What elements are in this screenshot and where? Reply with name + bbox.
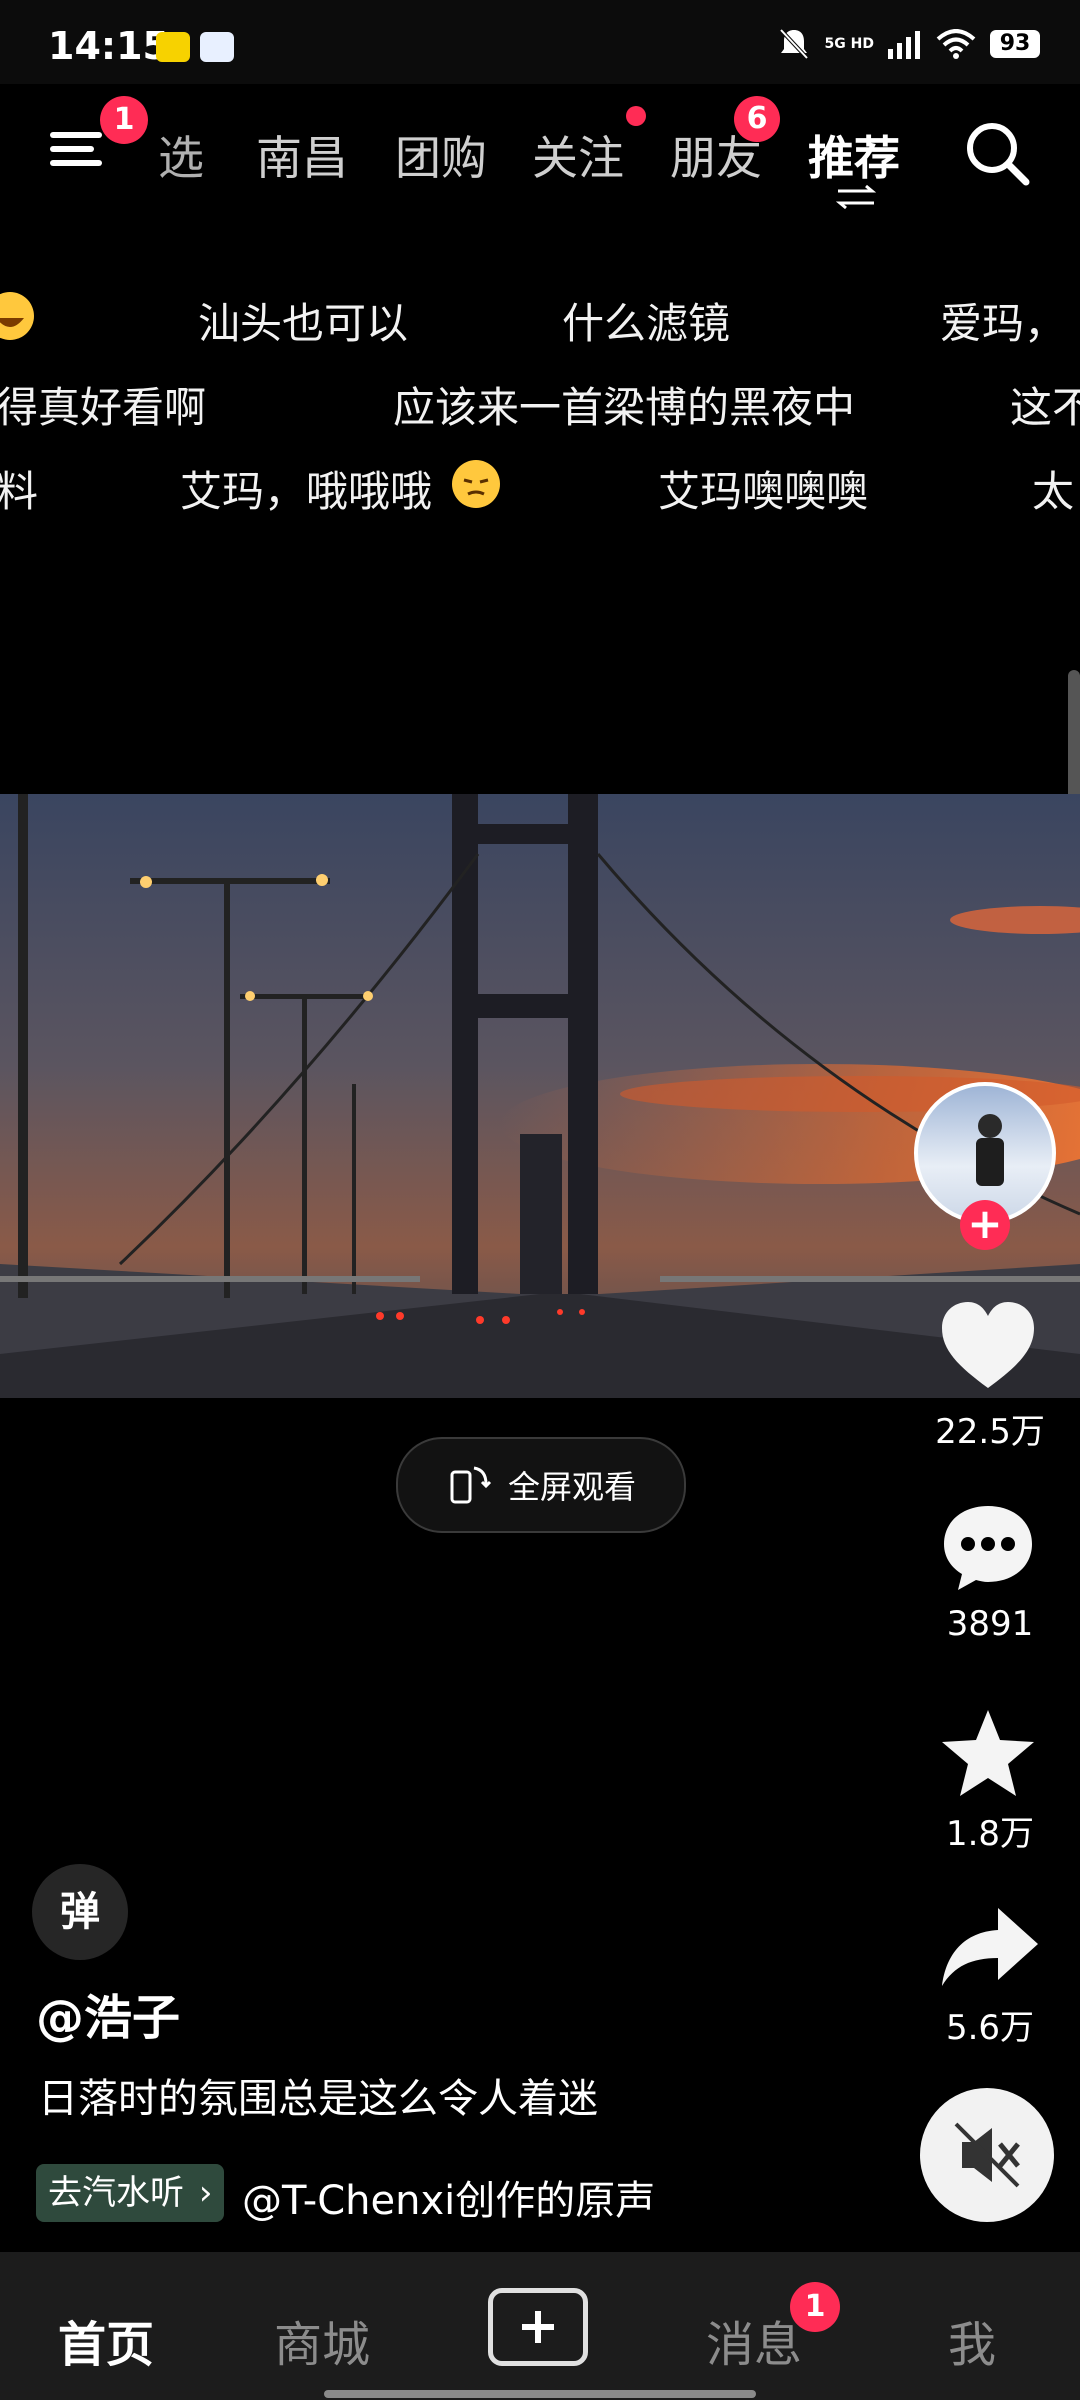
star-icon[interactable] <box>938 1706 1038 1800</box>
laughing-emoji-icon <box>0 292 34 340</box>
danmaku-comment: 爱玛， <box>940 299 1067 348</box>
smirk-emoji-icon <box>452 460 500 508</box>
danmaku-comment: 艾玛，哦哦哦 <box>180 467 433 516</box>
network-label: 5G HD <box>824 36 874 52</box>
tab-featured[interactable]: 选 <box>158 122 204 188</box>
danmaku-comment: 应该来一首梁博的黑夜中 <box>393 383 856 432</box>
nav-home[interactable]: 首页 <box>58 2305 154 2375</box>
danmaku-comment: 汕头也可以 <box>198 299 409 348</box>
music-app-label: 去汽水听 <box>48 2173 184 2213</box>
messages-badge: 1 <box>790 2282 840 2332</box>
chevron-right-icon: › <box>198 2173 213 2213</box>
menu-icon[interactable] <box>50 124 102 174</box>
notification-app-icon <box>200 32 234 62</box>
danmaku-comment: 艾玛噢噢噢 <box>658 467 869 516</box>
fullscreen-button[interactable]: 全屏观看 <box>396 1437 686 1533</box>
danmaku-comment: 这不 <box>1010 383 1080 432</box>
tab-groupbuy[interactable]: 团购 <box>395 122 487 188</box>
friends-badge: 6 <box>734 96 780 142</box>
tab-following[interactable]: 关注 <box>532 122 624 188</box>
mute-button[interactable] <box>920 2088 1054 2222</box>
status-indicators: 5G HD 93 <box>777 26 1040 62</box>
danmaku-comment: 什么滤镜 <box>562 299 731 348</box>
nav-messages[interactable]: 消息 <box>706 2305 802 2375</box>
video-caption[interactable]: 日落时的氛围总是这么令人着迷 <box>38 2066 598 2124</box>
speaker-muted-icon <box>954 2122 1020 2188</box>
nav-me[interactable]: 我 <box>948 2305 996 2375</box>
rotate-screen-icon <box>450 1466 492 1504</box>
bridge-sunset-image <box>0 794 1080 1398</box>
signal-icon <box>888 31 920 59</box>
menu-badge: 1 <box>100 96 148 144</box>
plus-icon <box>522 2311 554 2343</box>
home-indicator <box>324 2390 756 2398</box>
tab-recommend[interactable]: 推荐 <box>808 122 900 188</box>
comment-count: 3891 <box>946 1604 1034 1644</box>
notification-app-icon <box>156 32 190 62</box>
heart-icon[interactable] <box>938 1300 1038 1392</box>
comment-icon[interactable] <box>940 1502 1036 1594</box>
nav-mall[interactable]: 商城 <box>274 2305 370 2375</box>
danmaku-comment: 得真好看啊 <box>0 383 207 432</box>
create-button[interactable] <box>488 2288 588 2366</box>
danmaku-toggle-button[interactable]: 弹 <box>32 1864 128 1960</box>
author-name[interactable]: @浩子 <box>36 1978 180 2048</box>
share-icon[interactable] <box>938 1904 1042 1990</box>
danmaku-comment: 太 <box>1032 467 1075 516</box>
video-frame[interactable] <box>0 794 1080 1398</box>
share-count: 5.6万 <box>945 2008 1035 2048</box>
wifi-icon <box>936 29 976 59</box>
like-count: 22.5万 <box>935 1412 1045 1452</box>
search-icon[interactable] <box>964 120 1030 186</box>
favorite-count: 1.8万 <box>945 1814 1035 1854</box>
tab-nanchang[interactable]: 南昌 <box>256 122 348 188</box>
status-time: 14:15 <box>48 24 169 68</box>
follow-button[interactable]: + <box>960 1200 1010 1250</box>
switch-arrows-icon <box>836 184 876 210</box>
mute-bell-icon <box>779 28 809 60</box>
music-source[interactable]: @T-Chenxi创作的原声 <box>242 2168 655 2226</box>
fullscreen-label: 全屏观看 <box>507 1468 636 1506</box>
following-dot <box>626 106 646 126</box>
music-app-tag[interactable]: 去汽水听 › <box>36 2164 225 2222</box>
battery-indicator: 93 <box>990 30 1040 58</box>
danmaku-comment: 料 <box>0 467 39 516</box>
